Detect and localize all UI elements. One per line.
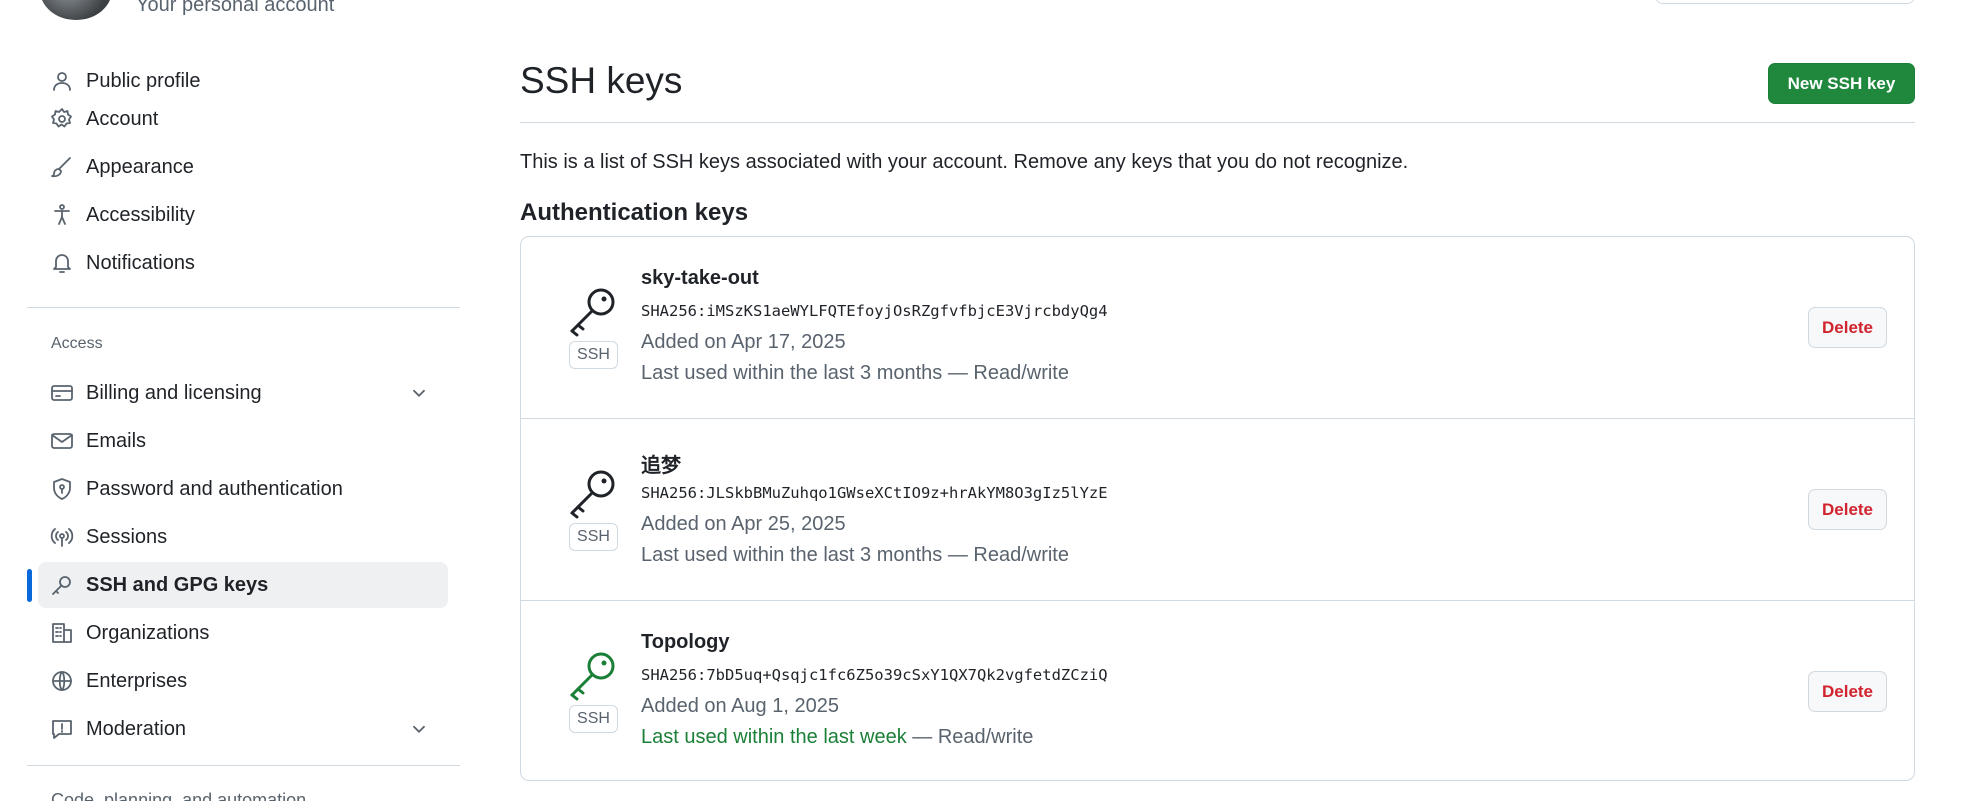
delete-key-button[interactable]: Delete — [1808, 307, 1887, 348]
sidebar-item-enterprises[interactable]: Enterprises — [38, 658, 448, 704]
key-added-date: Added on Aug 1, 2025 — [641, 695, 839, 717]
paintbrush-icon — [48, 153, 76, 181]
mail-icon — [48, 427, 76, 455]
list-item: SSH sky-take-out SHA256:iMSzKS1aeWYLFQTE… — [521, 237, 1914, 418]
sidebar-item-label: Billing and licensing — [86, 381, 262, 404]
chevron-down-icon[interactable] — [408, 718, 430, 740]
gear-icon — [48, 105, 76, 133]
key-last-used: Last used within the last 3 months — Rea… — [641, 544, 1069, 567]
delete-key-button[interactable]: Delete — [1808, 489, 1887, 530]
accessibility-icon — [48, 201, 76, 229]
key-added-date: Added on Apr 25, 2025 — [641, 513, 846, 535]
key-last-used: Last used within the last week — Read/wr… — [641, 726, 1033, 749]
page-title: SSH keys — [520, 60, 683, 101]
list-item: SSH 追梦 SHA256:JLSkbBMuZuhqo1GWseXCtIO9z+… — [521, 418, 1914, 599]
sidebar-item-label: Organizations — [86, 621, 210, 644]
key-icon — [48, 571, 76, 599]
section-title-access: Access — [51, 335, 103, 352]
sidebar-item-label: Enterprises — [86, 669, 188, 692]
sidebar-item-label: Accessibility — [86, 203, 195, 226]
sidebar-item-accessibility[interactable]: Accessibility — [38, 192, 448, 238]
bell-icon — [48, 249, 76, 277]
sidebar-item-ssh-gpg-keys[interactable]: SSH and GPG keys — [38, 562, 448, 608]
key-title: 追梦 — [641, 453, 681, 477]
report-icon — [48, 715, 76, 743]
authentication-keys-heading: Authentication keys — [520, 199, 749, 226]
sidebar-item-label: Notifications — [86, 251, 195, 274]
key-icon — [566, 647, 622, 703]
key-added-date: Added on Apr 17, 2025 — [641, 331, 846, 353]
settings-page: Your personal account Public profile Acc… — [0, 0, 1983, 801]
sidebar-item-moderation[interactable]: Moderation — [38, 706, 448, 752]
last-used-recent-text: Last used within the last week — [641, 726, 907, 748]
ssh-type-label: SSH — [569, 341, 618, 369]
section-title-code-planning: Code, planning, and automation — [51, 790, 307, 801]
sidebar-item-label: Emails — [86, 429, 147, 452]
broadcast-icon — [48, 523, 76, 551]
person-icon — [48, 67, 76, 95]
sidebar-item-label: Moderation — [86, 717, 187, 740]
new-ssh-key-button[interactable]: New SSH key — [1768, 63, 1915, 104]
key-title: Topology — [641, 631, 730, 653]
key-fingerprint: SHA256:iMSzKS1aeWYLFQTEfoyjOsRZgfvfbjcE3… — [641, 302, 1108, 320]
key-title: sky-take-out — [641, 267, 759, 289]
organization-icon — [48, 619, 76, 647]
last-used-text: Last used within the last 3 months — [641, 362, 943, 384]
sidebar-item-account[interactable]: Account — [38, 96, 448, 142]
sidebar-item-billing[interactable]: Billing and licensing — [38, 370, 448, 416]
chevron-down-icon[interactable] — [408, 382, 430, 404]
title-divider — [520, 122, 1915, 123]
ssh-keys-list: SSH sky-take-out SHA256:iMSzKS1aeWYLFQTE… — [520, 236, 1915, 781]
active-indicator — [27, 569, 32, 602]
key-icon — [566, 283, 622, 339]
key-fingerprint: SHA256:7bD5uq+Qsqjc1fc6Z5o39cSxY1QX7Qk2v… — [641, 666, 1108, 684]
key-fingerprint: SHA256:JLSkbBMuZuhqo1GWseXCtIO9z+hrAkYM8… — [641, 484, 1108, 502]
access-text: — Read/write — [942, 544, 1069, 566]
sidebar-divider — [27, 307, 460, 308]
sidebar-item-organizations[interactable]: Organizations — [38, 610, 448, 656]
sidebar-item-label: Appearance — [86, 155, 194, 178]
access-text: — Read/write — [906, 726, 1034, 748]
key-icon — [566, 465, 622, 521]
sidebar-item-label: Account — [86, 107, 159, 130]
sidebar-item-label: Sessions — [86, 525, 168, 548]
sidebar-item-label: Password and authentication — [86, 477, 343, 500]
page-description: This is a list of SSH keys associated wi… — [520, 151, 1409, 173]
shield-lock-icon — [48, 475, 76, 503]
settings-sidebar: Public profile Account Appearance Access… — [0, 0, 470, 801]
go-to-profile-button[interactable] — [1655, 0, 1915, 4]
globe-icon — [48, 667, 76, 695]
ssh-type-label: SSH — [569, 705, 618, 733]
list-item: SSH Topology SHA256:7bD5uq+Qsqjc1fc6Z5o3… — [521, 600, 1914, 780]
access-text: — Read/write — [942, 362, 1069, 384]
key-last-used: Last used within the last 3 months — Rea… — [641, 362, 1069, 385]
sidebar-item-label: Public profile — [86, 69, 201, 92]
sidebar-item-appearance[interactable]: Appearance — [38, 144, 448, 190]
sidebar-item-password[interactable]: Password and authentication — [38, 466, 448, 512]
ssh-type-label: SSH — [569, 523, 618, 551]
sidebar-item-label: SSH and GPG keys — [86, 573, 269, 596]
sidebar-item-sessions[interactable]: Sessions — [38, 514, 448, 560]
sidebar-divider — [27, 765, 460, 766]
credit-card-icon — [48, 379, 76, 407]
sidebar-item-notifications[interactable]: Notifications — [38, 240, 448, 286]
last-used-text: Last used within the last 3 months — [641, 544, 943, 566]
sidebar-item-emails[interactable]: Emails — [38, 418, 448, 464]
delete-key-button[interactable]: Delete — [1808, 671, 1887, 712]
